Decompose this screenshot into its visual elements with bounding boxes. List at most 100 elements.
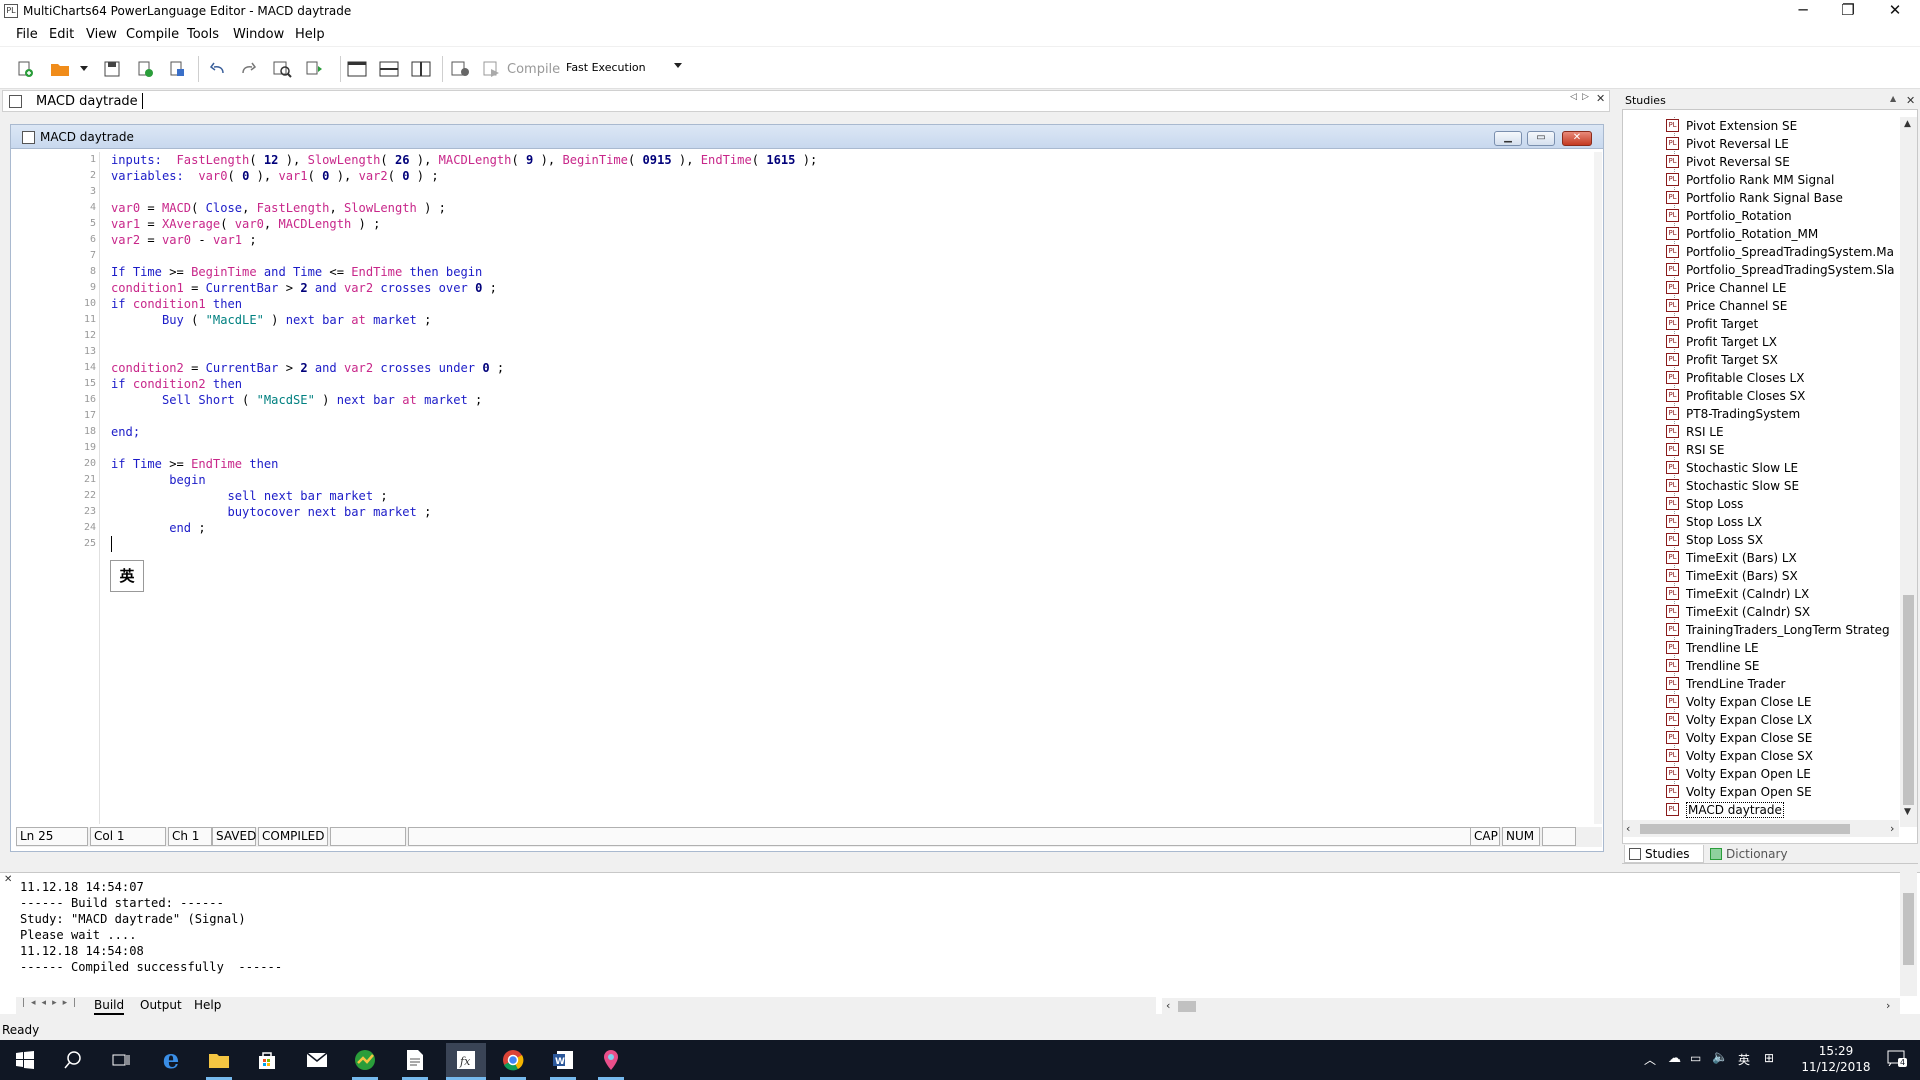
save-icon[interactable] bbox=[101, 58, 123, 80]
study-item[interactable]: PL TrainingTraders_LongTerm Strateg bbox=[1666, 621, 1890, 639]
code-line[interactable]: Sell Short ( "MacdSE" ) next bar at mark… bbox=[111, 392, 482, 408]
edge-browser-icon[interactable]: e bbox=[158, 1045, 184, 1075]
code-line[interactable]: var2 = var0 - var1 ; bbox=[111, 232, 257, 248]
close-button[interactable]: ✕ bbox=[1872, 0, 1918, 22]
code-line[interactable]: Buy ( "MacdLE" ) next bar at market ; bbox=[111, 312, 431, 328]
windows-start-icon[interactable] bbox=[12, 1047, 38, 1073]
study-item[interactable]: PL Profit Target SX bbox=[1666, 351, 1778, 369]
chevron-down-icon[interactable] bbox=[674, 63, 682, 68]
word-icon[interactable]: W bbox=[550, 1047, 576, 1073]
study-item[interactable]: PL Volty Expan Close SE bbox=[1666, 729, 1812, 747]
study-item[interactable]: PL Portfolio_SpreadTradingSystem.Ma bbox=[1666, 243, 1894, 261]
studies-hscroll-thumb[interactable] bbox=[1640, 824, 1850, 834]
code-line[interactable]: variables: var0( 0 ), var1( 0 ), var2( 0… bbox=[111, 168, 439, 184]
study-item[interactable]: PL Stochastic Slow LE bbox=[1666, 459, 1798, 477]
onedrive-icon[interactable]: ☁ bbox=[1668, 1051, 1681, 1066]
maps-pin-icon[interactable] bbox=[598, 1047, 624, 1073]
study-item[interactable]: PL Price Channel LE bbox=[1666, 279, 1786, 297]
study-item[interactable]: PL Volty Expan Close LX bbox=[1666, 711, 1812, 729]
code-line[interactable]: inputs: FastLength( 12 ), SlowLength( 26… bbox=[111, 152, 817, 168]
code-line[interactable]: end ; bbox=[111, 520, 205, 536]
menu-window[interactable]: Window bbox=[233, 27, 284, 42]
open-dropdown-icon[interactable] bbox=[78, 58, 90, 80]
studies-scroll-thumb[interactable] bbox=[1903, 595, 1914, 805]
trading-app-icon[interactable] bbox=[352, 1047, 378, 1073]
new-file-icon[interactable] bbox=[14, 58, 36, 80]
redo-icon[interactable] bbox=[238, 58, 260, 80]
study-item[interactable]: PL Profit Target LX bbox=[1666, 333, 1777, 351]
code-line[interactable]: sell next bar market ; bbox=[111, 488, 388, 504]
network-icon[interactable]: ▭ bbox=[1690, 1051, 1701, 1065]
study-item[interactable]: PL TimeExit (Calndr) SX bbox=[1666, 603, 1810, 621]
study-item[interactable]: PL Volty Expan Close LE bbox=[1666, 693, 1811, 711]
study-item[interactable]: PL Volty Expan Open LE bbox=[1666, 765, 1811, 783]
output-hscroll-thumb[interactable] bbox=[1178, 1001, 1196, 1012]
replace-icon[interactable] bbox=[305, 58, 327, 80]
code-line[interactable]: end; bbox=[111, 424, 140, 440]
study-item[interactable]: PL TimeExit (Bars) SX bbox=[1666, 567, 1798, 585]
minimize-button[interactable]: ─ bbox=[1780, 0, 1826, 22]
code-line[interactable]: if condition1 then bbox=[111, 296, 242, 312]
panel-close-icon[interactable]: ✕ bbox=[1906, 94, 1915, 107]
study-item[interactable]: PL Volty Expan Open SE bbox=[1666, 783, 1812, 801]
undo-icon[interactable] bbox=[206, 58, 228, 80]
task-view-icon[interactable] bbox=[108, 1047, 134, 1073]
scroll-left-icon[interactable]: ‹ bbox=[1626, 822, 1630, 835]
editor-minimize-button[interactable]: ▁ bbox=[1494, 131, 1522, 146]
study-item[interactable]: PL Pivot Reversal SE bbox=[1666, 153, 1790, 171]
menu-view[interactable]: View bbox=[86, 27, 117, 42]
study-item[interactable]: PL Trendline LE bbox=[1666, 639, 1759, 657]
output-horizontal-scrollbar[interactable] bbox=[1162, 998, 1900, 1015]
code-line[interactable]: condition1 = CurrentBar > 2 and var2 cro… bbox=[111, 280, 497, 296]
menu-tools[interactable]: Tools bbox=[187, 27, 219, 42]
output-scroll-left-icon[interactable]: ‹ bbox=[1166, 999, 1170, 1012]
tab-help[interactable]: Help bbox=[194, 997, 221, 1013]
save-all-icon[interactable] bbox=[166, 58, 188, 80]
search-icon[interactable] bbox=[60, 1047, 86, 1073]
compile-icon[interactable] bbox=[481, 58, 503, 80]
volume-icon[interactable]: 🔈 bbox=[1712, 1050, 1728, 1065]
ime-mode-icon[interactable]: ⊞ bbox=[1764, 1051, 1774, 1065]
tab-close-icon[interactable]: ✕ bbox=[1596, 92, 1605, 105]
study-item[interactable]: PL Stop Loss SX bbox=[1666, 531, 1763, 549]
code-line[interactable]: var0 = MACD( Close, FastLength, SlowLeng… bbox=[111, 200, 446, 216]
editor-close-button[interactable]: ✕ bbox=[1562, 131, 1592, 146]
tab-scroll-icons[interactable]: |◂◂▸▸| bbox=[22, 998, 82, 1008]
study-item[interactable]: PL MACD daytrade bbox=[1666, 801, 1784, 819]
output-close-icon[interactable]: ✕ bbox=[4, 874, 12, 885]
study-item[interactable]: PL Stop Loss bbox=[1666, 495, 1743, 513]
code-line[interactable]: if Time >= EndTime then bbox=[111, 456, 278, 472]
tab-output[interactable]: Output bbox=[140, 997, 182, 1013]
code-line[interactable]: condition2 = CurrentBar > 2 and var2 cro… bbox=[111, 360, 504, 376]
study-item[interactable]: PL Pivot Reversal LE bbox=[1666, 135, 1789, 153]
compile-label[interactable]: Compile bbox=[507, 62, 560, 77]
study-item[interactable]: PL Portfolio Rank Signal Base bbox=[1666, 189, 1843, 207]
ime-language[interactable]: 英 bbox=[1738, 1051, 1750, 1068]
panel-pin-icon[interactable]: ▲ bbox=[1890, 94, 1896, 103]
study-item[interactable]: PL Profitable Closes LX bbox=[1666, 369, 1804, 387]
window-horizontal-icon[interactable] bbox=[378, 58, 400, 80]
tab-macd-daytrade[interactable]: MACD daytrade bbox=[36, 94, 138, 109]
code-line[interactable]: if condition2 then bbox=[111, 376, 242, 392]
study-item[interactable]: PL Portfolio Rank MM Signal bbox=[1666, 171, 1834, 189]
study-item[interactable]: PL RSI LE bbox=[1666, 423, 1724, 441]
study-item[interactable]: PL PT8-TradingSystem bbox=[1666, 405, 1800, 423]
code-line[interactable]: var1 = XAverage( var0, MACDLength ) ; bbox=[111, 216, 380, 232]
scroll-up-icon[interactable]: ▲ bbox=[1904, 119, 1911, 129]
study-item[interactable]: PL Profitable Closes SX bbox=[1666, 387, 1805, 405]
tab-nav-right-icon[interactable]: ▷ bbox=[1582, 92, 1589, 102]
study-item[interactable]: PL Portfolio_Rotation bbox=[1666, 207, 1792, 225]
study-item[interactable]: PL Portfolio_Rotation_MM bbox=[1666, 225, 1818, 243]
tab-dictionary[interactable]: Dictionary bbox=[1706, 845, 1802, 863]
study-item[interactable]: PL TrendLine Trader bbox=[1666, 675, 1785, 693]
study-item[interactable]: PL Portfolio_SpreadTradingSystem.Sla bbox=[1666, 261, 1895, 279]
editor-maximize-button[interactable]: ▭ bbox=[1527, 131, 1555, 146]
window-vertical-icon[interactable] bbox=[410, 58, 432, 80]
clock[interactable]: 15:29 11/12/2018 bbox=[1796, 1043, 1876, 1075]
study-item[interactable]: PL Volty Expan Close SX bbox=[1666, 747, 1813, 765]
restore-button[interactable]: ❐ bbox=[1825, 0, 1871, 22]
scroll-right-icon[interactable]: › bbox=[1890, 822, 1894, 835]
code-line[interactable]: buytocover next bar market ; bbox=[111, 504, 432, 520]
save-as-icon[interactable] bbox=[134, 58, 156, 80]
code-editor[interactable]: inputs: FastLength( 12 ), SlowLength( 26… bbox=[100, 152, 1594, 824]
